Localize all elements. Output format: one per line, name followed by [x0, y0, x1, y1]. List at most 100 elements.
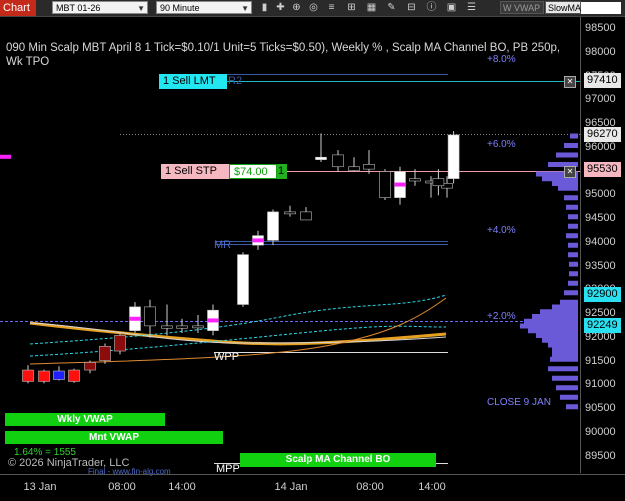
time-tick: 14:00: [168, 481, 196, 493]
profile-bar: [550, 356, 578, 362]
time-axis[interactable]: 13 Jan 08:00 14:00 14 Jan 08:00 14:00: [0, 474, 625, 501]
price-tick: 94000: [585, 235, 616, 248]
pan-icon[interactable]: ◎: [307, 1, 320, 14]
close-label: CLOSE 9 JAN: [487, 397, 551, 408]
save-icon[interactable]: ▣: [445, 1, 458, 14]
candle-body: [192, 325, 204, 329]
candle-body: [315, 156, 327, 160]
profile-bar: [532, 314, 578, 319]
time-tick: 14:00: [418, 481, 446, 493]
candle: [68, 368, 80, 383]
candle-body: [379, 171, 391, 198]
candle: [447, 131, 460, 184]
cancel-limit-close-icon[interactable]: ✕: [564, 76, 576, 88]
strategies-icon[interactable]: ▦: [365, 1, 378, 14]
candle-body: [114, 335, 126, 352]
profile-bar: [520, 323, 578, 329]
candle: [38, 369, 50, 384]
profile-bar: [556, 385, 578, 391]
profile-bar: [552, 375, 578, 381]
sell-limit-order-label[interactable]: 1 Sell LMT: [159, 74, 227, 89]
profile-bar: [566, 404, 578, 410]
order-qty-label[interactable]: 1: [277, 164, 287, 179]
properties-icon[interactable]: ≡: [325, 1, 338, 14]
candle-body: [267, 211, 279, 241]
profile-bar: [552, 347, 578, 353]
vwap-toggle-button[interactable]: W VWAP: [500, 1, 544, 14]
profile-bar: [568, 252, 578, 258]
interval-selector[interactable]: 90 Minute ▼: [156, 1, 252, 14]
candle: [53, 366, 65, 381]
profile-bar: [528, 328, 578, 334]
candle: [22, 365, 34, 384]
chevron-down-icon: ▼: [137, 4, 145, 13]
profile-bar: [552, 181, 578, 186]
price-tick: 96000: [585, 140, 616, 153]
candle-body: [144, 306, 156, 327]
chart-plot-area[interactable]: 090 Min Scalp MBT April 8 1 Tick=$0.10/1…: [0, 17, 580, 476]
profile-bar: [558, 185, 578, 191]
profile-bar: [524, 318, 578, 324]
chart-toolbar: Chart MBT 01-26 ▼ 90 Minute ▼ ▮ ✚ ⊕ ◎ ≡ ⊞ …: [0, 0, 625, 17]
chevron-down-icon: ▼: [241, 4, 249, 13]
candle-marker: [252, 238, 264, 243]
candle: [192, 314, 204, 333]
candle-body: [99, 345, 111, 361]
price-badge: 97410: [584, 72, 621, 88]
zoom-icon[interactable]: ⊕: [290, 1, 303, 14]
mnt-vwap-box: Mnt VWAP: [5, 431, 223, 444]
sell-stop-order-label[interactable]: 1 Sell STP: [161, 164, 229, 179]
profile-bar: [560, 299, 578, 305]
profile-bar: [542, 337, 578, 343]
candle-body: [68, 369, 80, 382]
candle: [267, 209, 279, 246]
candle: [161, 304, 173, 336]
candle-body: [176, 325, 188, 329]
interval-value: 90 Minute: [160, 3, 200, 13]
menu-icon[interactable]: ☰: [465, 1, 478, 14]
instrument-selector[interactable]: MBT 01-26 ▼: [52, 1, 148, 14]
profile-bar: [556, 152, 578, 158]
candle: [379, 169, 391, 200]
grid-icon[interactable]: ⊟: [405, 1, 418, 14]
candle-body: [363, 164, 375, 170]
wpp-label: WPP: [214, 351, 240, 363]
profile-bar: [568, 280, 578, 286]
price-tick: 97000: [585, 93, 616, 106]
price-tick: 93500: [585, 259, 616, 272]
candle: [332, 150, 344, 172]
profile-bar: [564, 143, 578, 148]
candle-body: [409, 178, 421, 182]
price-axis[interactable]: 9850098000975009700096500960009550095000…: [580, 17, 625, 473]
pct-8-label: +8.0%: [487, 54, 516, 65]
bars-icon[interactable]: ▮: [258, 1, 271, 14]
price-badge: 92900: [584, 287, 621, 302]
profile-bar: [569, 271, 578, 277]
time-tick: 14 Jan: [274, 481, 308, 493]
candle-marker: [0, 154, 11, 159]
profile-bar: [570, 133, 578, 139]
profile-bar: [568, 242, 578, 248]
indicators-icon[interactable]: ⊞: [345, 1, 358, 14]
price-field[interactable]: [581, 2, 621, 14]
profile-bar: [552, 304, 578, 310]
scalp-ma-channel-box: Scalp MA Channel BO: [240, 453, 436, 467]
pct-4-label: +4.0%: [487, 225, 516, 236]
price-tick: 91500: [585, 354, 616, 367]
slowma-toggle-button[interactable]: SlowMA: [545, 1, 581, 14]
drawing-icon[interactable]: ✎: [385, 1, 398, 14]
profile-bar: [560, 394, 578, 400]
price-tick: 91000: [585, 378, 616, 391]
crosshair-icon[interactable]: ✚: [274, 1, 287, 14]
candle: [284, 205, 296, 217]
profile-bar: [568, 214, 578, 220]
candle-body: [161, 325, 173, 329]
profile-bar: [566, 233, 578, 239]
chart-tab[interactable]: Chart: [0, 0, 36, 16]
candle-marker: [207, 318, 219, 323]
profile-bar: [568, 223, 578, 229]
cancel-stop-close-icon[interactable]: ✕: [564, 166, 576, 178]
info-icon[interactable]: ⓘ: [425, 1, 438, 14]
price-tick: 95000: [585, 188, 616, 201]
price-tick: 94500: [585, 212, 616, 224]
